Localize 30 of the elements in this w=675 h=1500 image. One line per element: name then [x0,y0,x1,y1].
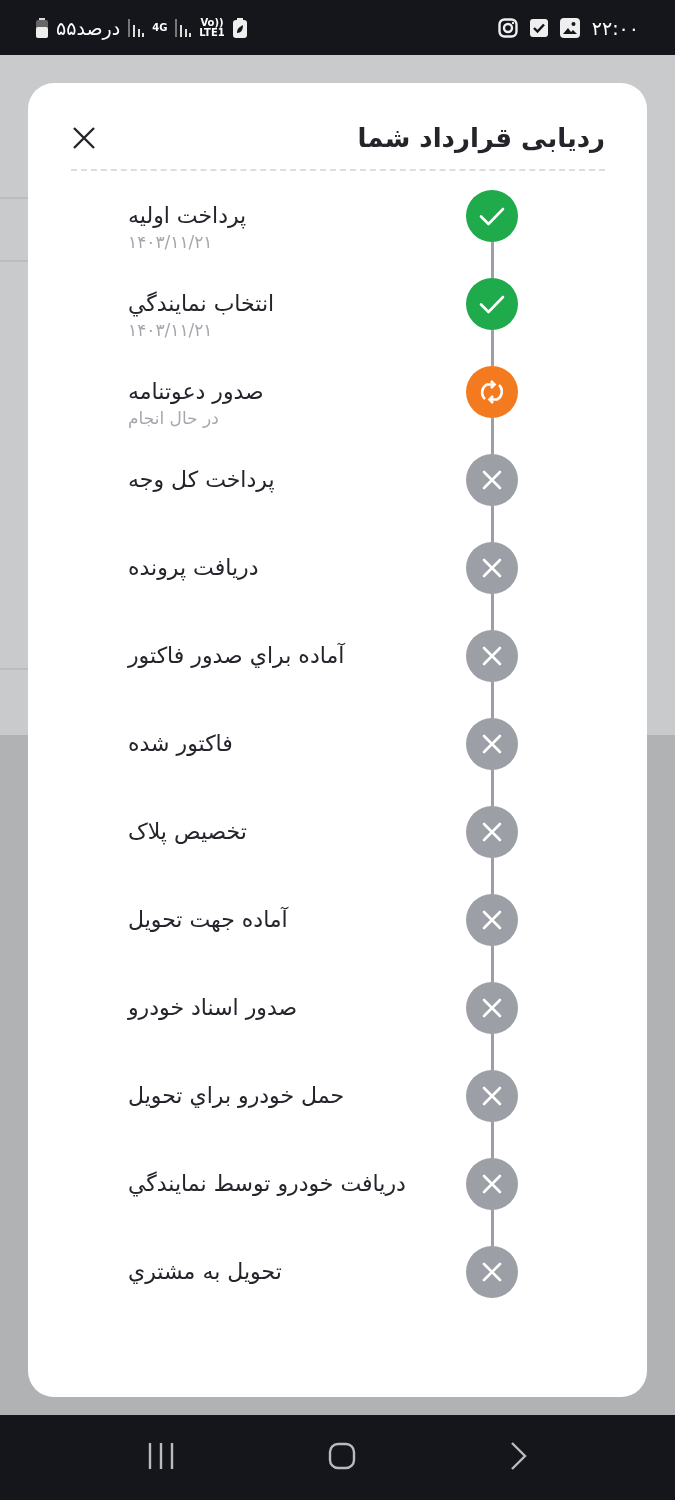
step-title: پرداخت اولیه [128,202,248,231]
signal-icon [128,18,145,37]
battery-saver-icon [232,17,247,38]
step-title: تحویل به مشتري [128,1258,283,1286]
step-title: صدور اسناد خودرو [128,994,299,1022]
modal-title: ردیابی قرارداد شما [357,123,605,153]
checkbox-icon [529,18,548,37]
step-subtitle: ۱۴۰۳/۱۱/۲۱ [128,231,214,253]
camera-icon [497,17,518,38]
step-title: پرداخت کل وجه [128,466,276,495]
step-title: فاکتور شده [128,730,234,758]
step-title: دریافت پرونده [128,554,260,583]
step-title: صدور دعوتنامه [128,378,265,406]
signal-icon [175,18,192,37]
battery-icon [36,17,48,38]
lte-label: LTE1 [199,27,225,38]
step-subtitle: در حال انجام [128,407,220,429]
battery-percentage: ۵۵درصد [56,16,121,39]
network-type: 4G [152,22,168,33]
close-icon[interactable] [71,125,97,151]
step-title: آماده براي صدور فاکتور [128,642,347,670]
step-subtitle: ۱۴۰۳/۱۱/۲۱ [128,319,214,341]
step-title: دریافت خودرو توسط نمایندگي [128,1170,407,1199]
volte-label: Vo)) [199,17,225,28]
step-title: تخصیص پلاک [128,818,248,847]
step-title: انتخاب نمایندگي [128,290,276,319]
step-title: آماده جهت تحویل [128,906,290,934]
clock: ۲۲:۰۰ [591,16,639,39]
step-title: حمل خودرو براي تحویل [128,1082,346,1110]
image-icon [559,17,580,38]
